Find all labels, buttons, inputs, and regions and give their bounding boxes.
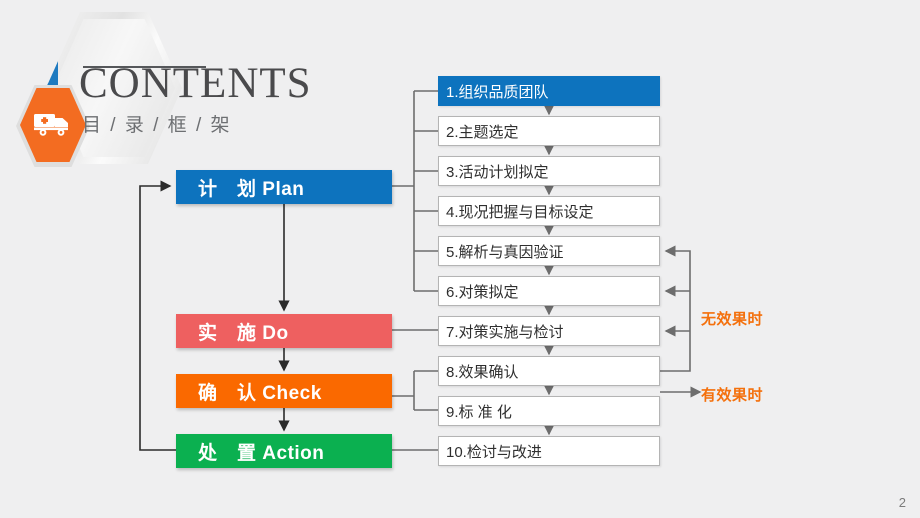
no-effect-note: 无效果时 [701,311,764,328]
page-title: CONTENTS [79,60,312,107]
phase-box-action[interactable]: 处 置 Action [176,434,392,468]
step-label-2: 2.主题选定 [446,123,519,141]
step-box-6[interactable]: 6.对策拟定 [438,276,660,306]
step-label-10: 10.检讨与改进 [446,443,542,461]
phase-label-do: 实 施 Do [198,322,289,344]
slide-header: CONTENTS 目 / 录 / 框 / 架 [0,0,460,170]
phase-box-do[interactable]: 实 施 Do [176,314,392,348]
step-label-3: 3.活动计划拟定 [446,163,549,181]
step-label-6: 6.对策拟定 [446,283,519,301]
step-label-7: 7.对策实施与检讨 [446,323,564,341]
page-number: 2 [898,495,906,510]
slide-canvas: CONTENTS 目 / 录 / 框 / 架 计 划 Plan 实 施 Do 确… [0,0,920,518]
phase-box-check[interactable]: 确 认 Check [176,374,392,408]
has-effect-note: 有效果时 [701,387,764,404]
phase-label-check: 确 认 Check [198,382,322,404]
phase-label-plan: 计 划 Plan [198,178,305,200]
phase-label-action: 处 置 Action [198,442,325,464]
step-box-5[interactable]: 5.解析与真因验证 [438,236,660,266]
page-subtitle: 目 / 录 / 框 / 架 [82,115,232,136]
step-label-5: 5.解析与真因验证 [446,243,564,261]
step-label-1: 1.组织品质团队 [446,83,549,101]
step-box-7[interactable]: 7.对策实施与检讨 [438,316,660,346]
step-box-4[interactable]: 4.现况把握与目标设定 [438,196,660,226]
step-box-1[interactable]: 1.组织品质团队 [438,76,660,106]
step-label-8: 8.效果确认 [446,363,519,381]
phase-box-plan[interactable]: 计 划 Plan [176,170,392,204]
step-label-4: 4.现况把握与目标设定 [446,203,594,221]
step-box-3[interactable]: 3.活动计划拟定 [438,156,660,186]
step-box-9[interactable]: 9.标 准 化 [438,396,660,426]
step-box-2[interactable]: 2.主题选定 [438,116,660,146]
step-label-9: 9.标 准 化 [446,403,512,421]
step-box-10[interactable]: 10.检讨与改进 [438,436,660,466]
truck-icon [34,114,68,136]
step-box-8[interactable]: 8.效果确认 [438,356,660,386]
